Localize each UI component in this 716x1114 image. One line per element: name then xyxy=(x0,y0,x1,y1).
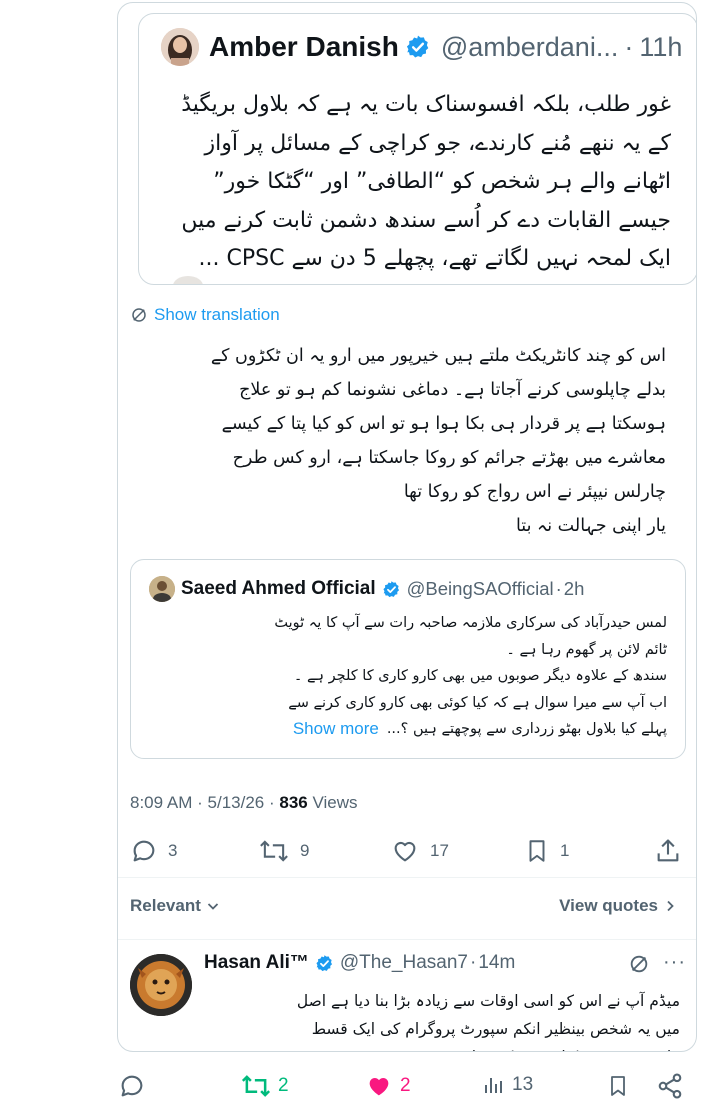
text-line: اب آپ سے میرا سوال ہے کہ کیا کوئی بھی کا… xyxy=(288,694,667,711)
avatar[interactable] xyxy=(149,576,175,602)
tweet-time[interactable]: 14m xyxy=(478,952,515,974)
like-button[interactable]: 2 xyxy=(364,1072,411,1100)
bookmark-count: 1 xyxy=(560,841,570,860)
translate-icon xyxy=(132,308,146,322)
share-icon xyxy=(658,1073,682,1099)
text-line: اس کو چند کانٹریکٹ ملتے ہیں خیرپور میں ا… xyxy=(210,346,666,366)
show-translation-link[interactable]: Show translation xyxy=(130,305,280,325)
verified-badge-icon xyxy=(405,34,431,60)
text-line: ہوسکتا ہے پر قردار ہی بکا ہوا ہو تو اس ک… xyxy=(221,414,666,434)
view-quotes-label: View quotes xyxy=(559,896,658,915)
author-handle[interactable]: @The_Hasan7 xyxy=(340,952,468,974)
show-more-link[interactable]: Show more xyxy=(293,716,379,743)
divider xyxy=(118,939,696,940)
repost-count: 2 xyxy=(278,1075,289,1096)
verified-badge-icon xyxy=(382,580,401,599)
views-count: 13 xyxy=(512,1074,534,1095)
text-line: لمس حیدرآباد کی سرکاری ملازمہ صاحبہ رات … xyxy=(274,615,667,631)
verified-badge-icon xyxy=(315,954,334,973)
text-line: اٹھانے والے ہر شخص کو “الطافی” اور “گٹکا… xyxy=(213,169,671,194)
meta-separator: · xyxy=(268,793,275,812)
repost-icon xyxy=(241,1075,271,1097)
author-name[interactable]: Hasan Ali™ xyxy=(204,952,309,974)
text-line: ملنے پر ہی بھونکنا شروع کر دیتا ہے xyxy=(210,1043,680,1051)
author-name[interactable]: Amber Danish xyxy=(209,31,399,63)
views-button[interactable]: 13 xyxy=(482,1072,533,1098)
text-line: پہلے کیا بلاول بھٹو زرداری سے پوچھتے ہیں… xyxy=(147,716,667,743)
tweet-time[interactable]: 11h xyxy=(639,32,682,63)
meta-separator: · xyxy=(197,793,203,812)
embedded-quote-card[interactable]: Saeed Ahmed Official @BeingSAOfficial · … xyxy=(130,559,686,759)
reply-header: Hasan Ali™ @The_Hasan7 · 14m xyxy=(204,952,515,974)
tweet-date[interactable]: 5/13/26 xyxy=(208,793,265,812)
text-line: کے یہ ننھے مُنے کارندے، جو کراچی کے مسائ… xyxy=(204,130,671,156)
share-button[interactable] xyxy=(656,1072,684,1100)
text-line: یار اپنی جہالت نہ بتا xyxy=(515,516,666,536)
show-translation-label: Show translation xyxy=(154,305,280,324)
text-line: چارلس نیپئر نے اس رواج کو روکا تھا xyxy=(403,482,666,502)
bookmark-icon xyxy=(529,840,545,862)
share-button[interactable] xyxy=(654,837,682,865)
divider xyxy=(118,877,696,878)
reply-count: 3 xyxy=(168,841,178,860)
chevron-down-icon xyxy=(207,903,219,910)
reply-button[interactable] xyxy=(118,1072,146,1100)
text-line: جیسے القابات دے کر اُسے سندھ دشمن ثابت ک… xyxy=(181,207,671,233)
share-icon xyxy=(657,839,679,862)
like-count: 17 xyxy=(430,841,449,860)
author-handle[interactable]: @BeingSAOfficial xyxy=(407,578,554,600)
views-label: Views xyxy=(312,793,358,812)
views-bar-chart-icon xyxy=(485,1078,502,1093)
reply-text: میڈم آپ نے اس کو اسی اوقات سے زیادہ بڑا … xyxy=(210,987,680,1051)
text-line: معاشرے میں بھڑتے جرائم کو روکا جاسکتا ہے… xyxy=(232,448,666,468)
sort-label: Relevant xyxy=(130,896,201,915)
more-options-icon[interactable]: ··· xyxy=(663,951,686,974)
post-action-bar: 2 2 13 xyxy=(0,1060,716,1114)
embedded-quote-text: لمس حیدرآباد کی سرکاری ملازمہ صاحبہ رات … xyxy=(147,610,667,743)
translate-icon[interactable] xyxy=(628,953,650,975)
heart-filled-icon xyxy=(369,1077,389,1096)
quoted-tweet-card[interactable]: Amber Danish @amberdani... · 11h غور طلب… xyxy=(138,13,696,285)
bookmark-button[interactable]: 1 xyxy=(524,837,569,865)
bookmark-button[interactable] xyxy=(606,1072,630,1100)
author-name[interactable]: Saeed Ahmed Official xyxy=(181,578,376,600)
like-button[interactable]: 17 xyxy=(390,837,449,865)
reply-icon xyxy=(133,840,155,862)
quoted-tweet-text: غور طلب، بلکہ افسوسناک بات یہ ہے کہ بلاو… xyxy=(151,86,671,279)
text-line: سندھ کے علاوہ دیگر صوبوں میں بھی کارو کا… xyxy=(293,668,667,684)
repost-count: 9 xyxy=(300,841,310,860)
tweet-timestamp[interactable]: 8:09 AM xyxy=(130,793,192,812)
repost-button[interactable]: 9 xyxy=(258,837,309,865)
bookmark-icon xyxy=(611,1076,625,1096)
repost-button[interactable]: 2 xyxy=(240,1072,289,1100)
quoted-tweet-header: Amber Danish @amberdani... · 11h xyxy=(161,28,682,66)
sort-dropdown[interactable]: Relevant xyxy=(130,896,221,916)
like-count: 2 xyxy=(400,1075,411,1096)
text-line-last: پہلے کیا بلاول بھٹو زرداری سے پوچھتے ہیں… xyxy=(386,721,667,737)
avatar[interactable] xyxy=(161,28,199,66)
chevron-right-icon xyxy=(667,900,674,912)
reply-icon xyxy=(121,1075,143,1097)
text-line: بدلے چاپلوسی کرنے آجاتا ہے۔ دماغی نشونما… xyxy=(239,380,666,400)
text-line: میڈم آپ نے اس کو اسی اوقات سے زیادہ بڑا … xyxy=(296,992,680,1010)
reply-button[interactable]: 3 xyxy=(130,837,177,865)
text-line: ٹائم لائن پر گھوم رہا ہے ۔ xyxy=(506,641,667,658)
text-line: ایک لمحہ نہیں لگاتے تھے، پچھلے 5 دن سے C… xyxy=(198,246,671,271)
view-quotes-link[interactable]: View quotes xyxy=(559,896,678,916)
text-line: غور طلب، بلکہ افسوسناک بات یہ ہے کہ بلاو… xyxy=(181,92,671,117)
views-count: 836 xyxy=(279,793,308,812)
separator-dot: · xyxy=(624,31,634,62)
repost-icon xyxy=(260,840,288,862)
tweet-text: اس کو چند کانٹریکٹ ملتے ہیں خیرپور میں ا… xyxy=(118,339,666,543)
separator-dot: · xyxy=(555,578,562,599)
separator-dot: · xyxy=(469,952,477,973)
tweet-meta: 8:09 AM · 5/13/26 · 836 Views xyxy=(130,793,358,813)
tweet-time[interactable]: 2h xyxy=(564,578,585,600)
text-line: میں یہ شخص بینظیر انکم سپورٹ پروگرام کی … xyxy=(311,1020,680,1038)
author-handle[interactable]: @amberdani... xyxy=(441,32,619,63)
avatar[interactable] xyxy=(130,954,192,1016)
tweet-detail-card: Amber Danish @amberdani... · 11h غور طلب… xyxy=(117,2,697,1052)
embedded-quote-header: Saeed Ahmed Official @BeingSAOfficial · … xyxy=(149,576,584,602)
heart-icon xyxy=(394,841,416,862)
